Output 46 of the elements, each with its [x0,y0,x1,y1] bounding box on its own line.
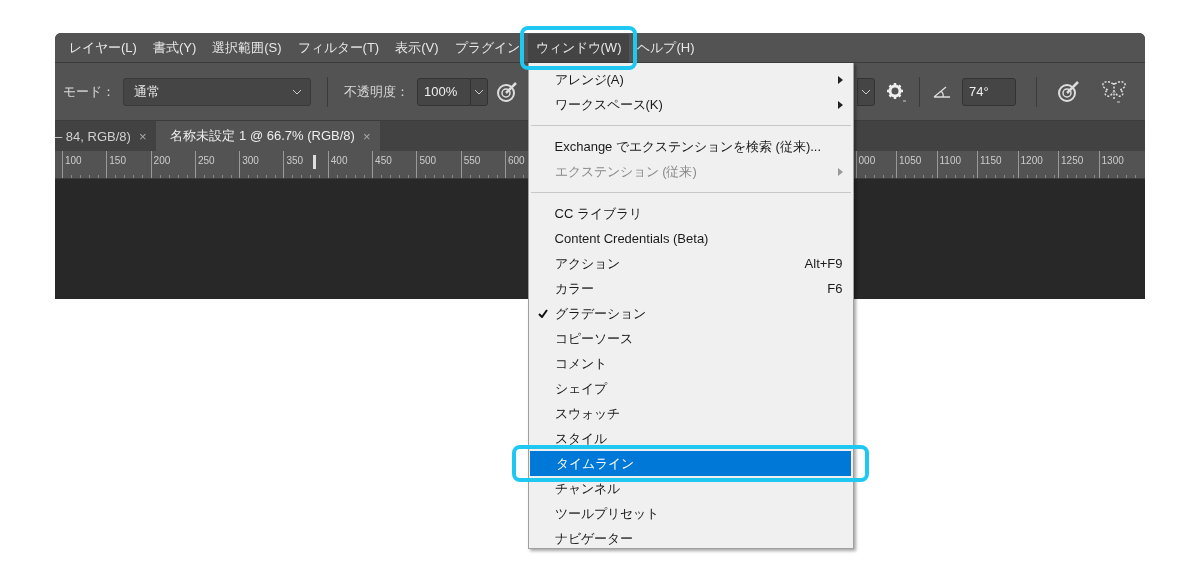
gear-icon[interactable] [885,80,907,103]
menu-item[interactable]: グラデーション [528,301,853,326]
menu-item[interactable]: シェイプ [528,376,853,401]
mode-label: モード： [63,82,115,101]
menu-item[interactable]: ナビゲーター [528,526,853,551]
menu-item[interactable]: コピーソース [528,326,853,351]
menu-item[interactable]: ツールプリセット [528,501,853,526]
target-brush-icon[interactable] [1057,80,1081,103]
chevron-down-icon [861,88,871,95]
angle-field[interactable]: 74° [962,77,1016,106]
menu-item[interactable]: スタイル [528,426,853,451]
shortcut-text: F6 [827,281,843,296]
menu-item[interactable]: カラー F6 [528,276,853,301]
menu-item[interactable]: フィルター(T) [289,33,388,62]
menu-item[interactable]: ワークスペース(K) [528,92,853,117]
menu-item[interactable]: ヘルプ(H) [629,33,703,62]
menu-item[interactable]: CC ライブラリ [528,201,853,226]
submenu-arrow-icon [837,167,843,176]
menu-item[interactable]: レイヤー(L) [61,33,145,62]
shortcut-text: Alt+F9 [804,256,843,271]
menu-item[interactable]: アレンジ(A) [528,67,853,92]
menu-item[interactable]: ウィンドウ(W) [527,33,630,62]
chevron-down-icon [292,88,302,95]
menu-item[interactable]: プラグイン [446,33,528,62]
menu-item[interactable]: スウォッチ [528,401,853,426]
submenu-arrow-icon [837,100,843,109]
menu-item[interactable]: チャンネル [528,476,853,501]
cursor-marker [313,155,316,169]
chevron-down-icon [474,88,484,95]
butterfly-icon[interactable] [1101,79,1127,104]
angle-icon [932,84,952,99]
document-tab[interactable]: 名称未設定 1 @ 66.7% (RGB/8) × [156,121,381,151]
menu-item[interactable]: Content Credentials (Beta) [528,226,853,251]
submenu-arrow-icon [837,75,843,84]
menu-item[interactable]: 書式(Y) [144,33,205,62]
menu-item[interactable]: 表示(V) [387,33,447,62]
menu-item[interactable]: タイムライン [529,451,851,476]
menu-item[interactable]: コメント [528,351,853,376]
mode-dropdown[interactable]: 通常 [123,77,311,106]
mode-value: 通常 [134,82,160,101]
menu-item[interactable]: 選択範囲(S) [204,33,290,62]
close-icon[interactable]: × [138,128,147,144]
menu-item[interactable]: アクション Alt+F9 [528,251,853,276]
opacity-field[interactable]: 100% [417,77,471,106]
opacity-label: 不透明度： [344,82,409,101]
brush-icon[interactable] [496,80,518,103]
